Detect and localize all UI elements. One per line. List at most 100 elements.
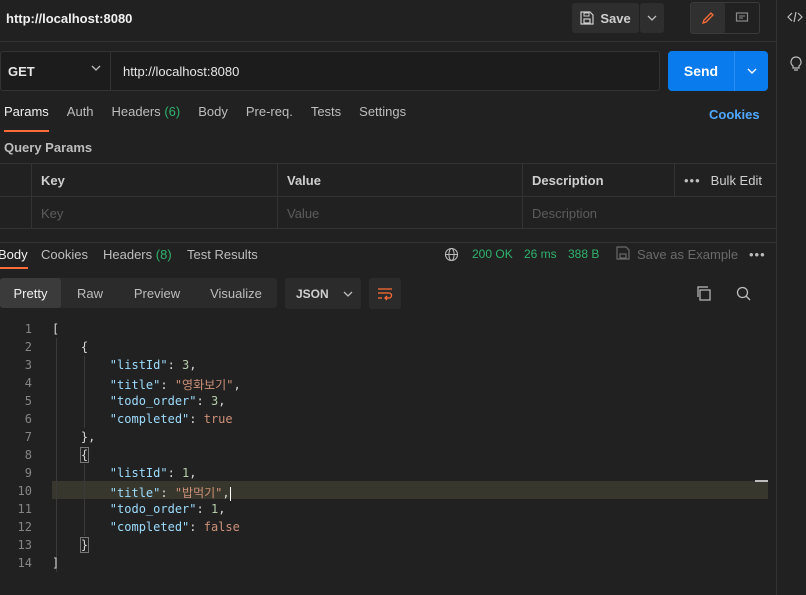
tab-auth[interactable]: Auth (63, 104, 94, 126)
view-pretty[interactable]: Pretty (0, 278, 61, 308)
tab-label: Headers (111, 104, 161, 119)
wrap-lines-icon (378, 287, 393, 300)
line-number: 10 (17, 484, 32, 498)
more-icon[interactable]: ••• (684, 173, 701, 188)
bracket-match: } (79, 537, 90, 553)
tab-test-results[interactable]: Test Results (187, 247, 258, 262)
tab-tests[interactable]: Tests (307, 104, 341, 126)
status-code[interactable]: 200 OK (472, 247, 513, 261)
row-checkbox (0, 197, 32, 229)
tab-response-cookies[interactable]: Cookies (41, 247, 88, 262)
description-input[interactable]: Description (522, 197, 776, 229)
save-icon (580, 11, 594, 25)
format-label: JSON (296, 286, 329, 301)
url-bar: GET http://localhost:8080 (0, 51, 660, 91)
lightbulb-icon[interactable] (789, 56, 803, 72)
line-number: 14 (17, 556, 32, 570)
comments-button[interactable] (725, 3, 759, 33)
line-number: 6 (24, 412, 32, 426)
json-value: 1 (210, 502, 219, 516)
query-params-title: Query Params (4, 140, 93, 155)
method-label: GET (8, 63, 35, 79)
view-raw[interactable]: Raw (61, 278, 119, 308)
tab-label: Tests (310, 104, 342, 119)
save-options-button[interactable] (640, 3, 664, 33)
response-size[interactable]: 388 B (568, 247, 599, 261)
json-value: false (203, 520, 240, 534)
view-visualize[interactable]: Visualize (195, 278, 277, 308)
code-line: ] (52, 556, 60, 570)
more-icon[interactable]: ••• (749, 247, 766, 262)
text-cursor (229, 486, 231, 501)
code-line: "title": "영화보기", (109, 378, 241, 392)
method-select[interactable]: GET (1, 52, 111, 90)
globe-icon[interactable] (444, 247, 459, 262)
cookies-link[interactable]: Cookies (709, 107, 760, 122)
value-header: Value (277, 164, 522, 196)
send-button[interactable]: Send (668, 51, 735, 91)
code-line: "listId": 1, (109, 466, 197, 480)
copy-icon[interactable] (696, 286, 711, 301)
json-value: "영화보기" (174, 378, 234, 392)
json-key: "completed" (109, 520, 190, 534)
chevron-down-icon (343, 291, 353, 297)
response-view-selector: Pretty Raw Preview Visualize (0, 278, 277, 308)
view-preview[interactable]: Preview (119, 278, 195, 308)
chevron-down-icon (647, 15, 657, 21)
search-icon[interactable] (736, 286, 751, 301)
line-number: 8 (24, 448, 32, 462)
edit-mode-button[interactable] (691, 3, 725, 33)
tab-params[interactable]: Params (0, 104, 49, 132)
key-header: Key (31, 164, 277, 196)
code-line: } (52, 537, 90, 553)
code-line: "completed": true (109, 412, 233, 426)
tab-label: Settings (359, 104, 407, 119)
line-number: 11 (17, 502, 32, 516)
code-line: { (52, 340, 89, 354)
tab-label: Params (4, 104, 49, 119)
code-icon[interactable] (787, 10, 803, 24)
response-body-editor[interactable]: 1 2 3 4 5 6 7 8 9 10 11 12 13 14 [ { "li… (0, 320, 768, 580)
right-sidebar (776, 0, 806, 595)
request-title[interactable]: http://localhost:8080 (6, 11, 132, 26)
url-input[interactable]: http://localhost:8080 (123, 64, 239, 79)
json-value: "밥먹기" (174, 486, 223, 500)
json-value: 3 (182, 358, 190, 372)
code-line: "todo_order": 1, (109, 502, 226, 516)
json-value: 1 (182, 466, 190, 480)
tab-response-body[interactable]: Body (0, 247, 28, 269)
format-select[interactable]: JSON (285, 278, 361, 309)
json-key: "todo_order" (109, 394, 197, 408)
key-input[interactable]: Key (31, 197, 277, 229)
code-line: "completed": false (109, 520, 240, 534)
code-line: "listId": 3, (109, 358, 197, 372)
tab-headers[interactable]: Headers (6) (108, 104, 181, 126)
wrap-lines-button[interactable] (369, 278, 401, 309)
line-number: 12 (17, 520, 32, 534)
response-time[interactable]: 26 ms (524, 247, 557, 261)
tab-settings[interactable]: Settings (355, 104, 406, 126)
description-header: Description (522, 164, 674, 196)
line-number: 1 (24, 322, 32, 336)
value-input[interactable]: Value (277, 197, 522, 229)
save-as-example-button[interactable]: Save as Example (637, 247, 738, 262)
save-icon (616, 246, 630, 260)
code-line: }, (52, 430, 96, 444)
json-value: 3 (210, 394, 219, 408)
headers-count: (6) (164, 104, 181, 119)
save-button[interactable]: Save (572, 3, 639, 33)
chevron-down-icon (747, 68, 756, 74)
tab-body[interactable]: Body (194, 104, 228, 126)
code-line: "todo_order": 3, (109, 394, 226, 408)
send-button-group: Send (668, 51, 768, 91)
request-title-bar: http://localhost:8080 Save (0, 0, 776, 42)
tab-label: Headers (103, 247, 153, 262)
request-tabs: Params Auth Headers (6) Body Pre-req. Te… (0, 104, 420, 132)
bulk-edit-button[interactable]: Bulk Edit (711, 173, 762, 188)
comment-icon (735, 12, 749, 22)
send-options-button[interactable] (735, 51, 768, 91)
tab-response-headers[interactable]: Headers (8) (103, 247, 172, 262)
json-key: "todo_order" (109, 502, 197, 516)
tab-pre-request[interactable]: Pre-req. (242, 104, 293, 126)
tab-label: Pre-req. (245, 104, 293, 119)
